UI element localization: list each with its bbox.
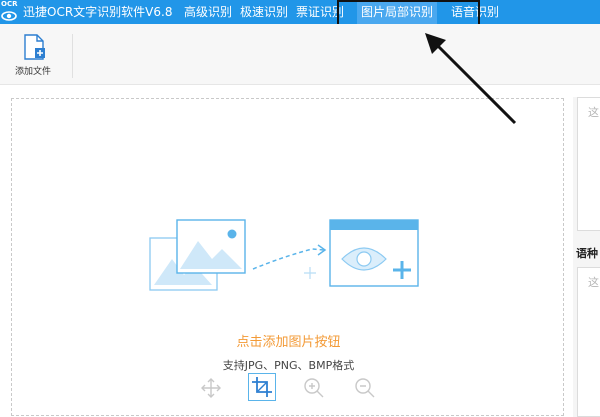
drop-illustration: [149, 219, 419, 291]
dashed-arrow-icon: [252, 244, 327, 279]
add-file-icon: [24, 34, 45, 60]
toolbar: 添加文件: [0, 24, 600, 85]
add-image-hint: 点击添加图片按钮: [236, 335, 341, 350]
result-text-area-bottom[interactable]: 这: [577, 267, 600, 417]
result-text-area-top[interactable]: 这: [577, 97, 600, 231]
zoom-in-icon[interactable]: [302, 376, 326, 400]
recognition-window-icon: [329, 219, 419, 287]
menu-advanced-recognition[interactable]: 高级识别: [180, 0, 236, 24]
zoom-out-icon[interactable]: [353, 376, 377, 400]
supported-formats-hint: 支持JPG、PNG、BMP格式: [222, 359, 355, 372]
add-file-button[interactable]: 添加文件: [8, 32, 58, 78]
add-file-label: 添加文件: [14, 67, 51, 77]
result-placeholder-top: 这: [588, 106, 599, 119]
crop-button[interactable]: [248, 373, 276, 401]
image-drop-zone[interactable]: 点击添加图片按钮 支持JPG、PNG、BMP格式: [11, 98, 564, 416]
language-label: 语种: [576, 247, 598, 260]
main-area: 点击添加图片按钮 支持JPG、PNG、BMP格式 这 语种 这: [0, 85, 600, 417]
app-title: 迅捷OCR文字识别软件V6.8: [23, 5, 173, 19]
picture-front-icon: [176, 219, 246, 274]
toolbar-divider: [72, 34, 73, 78]
menu-fast-recognition[interactable]: 极速识别: [236, 0, 292, 24]
result-placeholder-bottom: 这: [588, 276, 599, 289]
app-logo: OCR: [0, 0, 22, 24]
menu-bar: OCR 迅捷OCR文字识别软件V6.8 高级识别 极速识别 票证识别 图片局部识…: [0, 0, 600, 24]
crop-icon: [252, 377, 272, 397]
right-panel: 这 语种 这: [573, 97, 600, 417]
move-icon[interactable]: [199, 376, 223, 400]
app-logo-text: OCR: [1, 0, 18, 8]
